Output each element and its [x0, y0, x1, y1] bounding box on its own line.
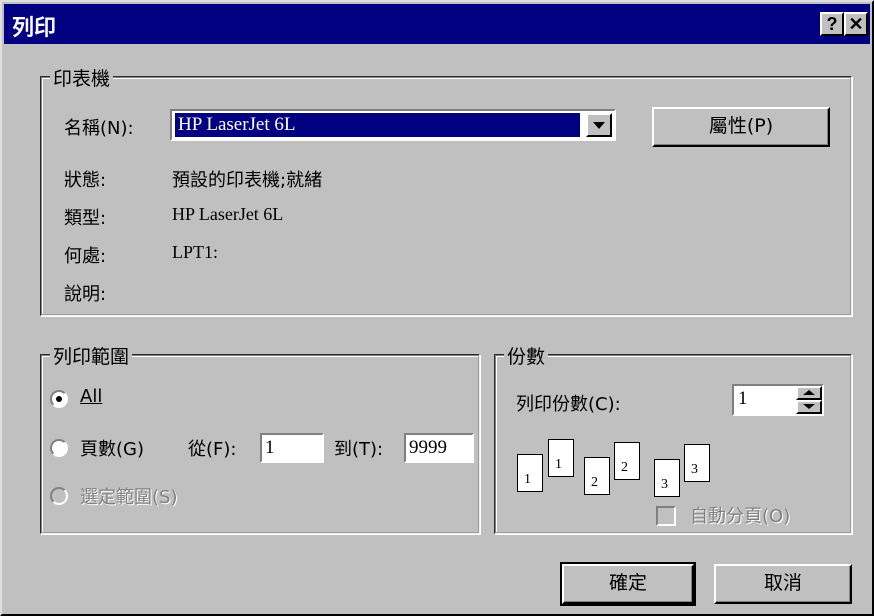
help-button[interactable]: ? — [820, 12, 844, 36]
range-pages-label[interactable]: 頁數(G) — [80, 435, 144, 461]
range-pages-radio[interactable] — [50, 439, 68, 457]
ok-button[interactable]: 確定 — [560, 562, 696, 606]
page-2-back: 2 — [614, 442, 640, 480]
collate-label: 自動分頁(O) — [690, 506, 791, 527]
from-label: 從(F): — [188, 439, 237, 460]
copies-count-value: 1 — [738, 388, 748, 409]
range-all-radio[interactable] — [50, 390, 68, 408]
to-input[interactable]: 9999 — [404, 433, 474, 463]
properties-button[interactable]: 屬性(P) — [652, 107, 830, 147]
from-input[interactable]: 1 — [260, 433, 324, 463]
copies-spinner[interactable]: 1 — [732, 384, 824, 416]
page-3-back: 3 — [684, 444, 710, 482]
comment-label: 說明: — [64, 284, 107, 305]
range-selection-radio[interactable] — [50, 487, 68, 505]
printer-group-label: 印表機 — [50, 64, 114, 91]
page-2-front: 2 — [584, 457, 610, 495]
type-value: HP LaserJet 6L — [172, 204, 284, 224]
copies-count-label: 列印份數(C): — [516, 394, 621, 415]
page-1-front: 1 — [517, 454, 543, 492]
status-value: 預設的印表機;就緒 — [172, 170, 323, 191]
print-dialog: 列印 ? ✕ 印表機 名稱(N): HP LaserJet 6L 屬性(P) 狀… — [0, 0, 874, 616]
collate-checkbox[interactable] — [656, 506, 676, 526]
cancel-button[interactable]: 取消 — [714, 564, 852, 604]
page-3-front: 3 — [654, 459, 680, 497]
printer-name-value: HP LaserJet 6L — [175, 113, 580, 137]
close-button[interactable]: ✕ — [844, 12, 868, 36]
window-title: 列印 — [12, 16, 57, 41]
printer-name-select[interactable]: HP LaserJet 6L — [170, 109, 616, 141]
range-all-label[interactable]: All — [80, 386, 102, 407]
where-label: 何處: — [64, 246, 107, 267]
status-label: 狀態: — [64, 170, 107, 191]
title-bar[interactable]: 列印 ? ✕ — [4, 4, 870, 44]
copies-label: 份數 — [504, 342, 549, 369]
to-label: 到(T): — [334, 439, 384, 460]
type-label: 類型: — [64, 208, 107, 229]
spin-up-icon[interactable] — [796, 386, 822, 400]
chevron-down-icon[interactable] — [586, 113, 612, 137]
where-value: LPT1: — [172, 242, 219, 262]
printer-name-label: 名稱(N): — [64, 118, 134, 139]
range-selection-label: 選定範圍(S) — [80, 487, 178, 508]
page-1-back: 1 — [548, 439, 574, 477]
print-range-label: 列印範圍 — [50, 342, 133, 369]
spin-down-icon[interactable] — [796, 400, 822, 414]
